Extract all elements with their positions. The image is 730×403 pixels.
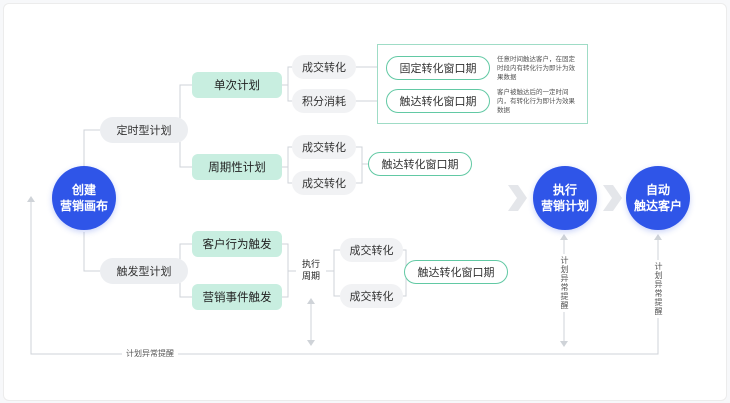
exec-cycle-line1: 执行 [301, 260, 320, 270]
deal-conversion-label: 成交转化 [302, 61, 346, 74]
reach-window-node: 触达转化窗口期 [386, 89, 490, 113]
fixed-window-node: 固定转化窗口期 [386, 56, 490, 80]
fixed-window-label: 固定转化窗口期 [399, 62, 477, 75]
exec-cycle-label: 执行 周期 [296, 259, 326, 283]
deal-conversion-label: 成交转化 [302, 141, 346, 154]
customer-trigger-label: 客户行为触发 [202, 237, 272, 251]
deal-conversion-node: 成交转化 [292, 55, 356, 79]
reach-window-node: 触达转化窗口期 [404, 260, 508, 284]
single-plan-label: 单次计划 [214, 78, 260, 92]
deal-conversion-node: 成交转化 [340, 284, 403, 308]
deal-conversion-label: 成交转化 [349, 244, 394, 257]
timed-plan-node: 定时型计划 [100, 117, 188, 143]
execute-alert-label: 计划异常提醒 [559, 254, 570, 312]
create-label-line1: 创建 [71, 183, 96, 197]
auto-reach-label-line1: 自动 [645, 183, 670, 197]
reach-window-note: 客户被触达后的一定时间内，有转化行为即计为效果数据 [497, 88, 575, 114]
points-consumption-node: 积分消耗 [292, 89, 356, 113]
reach-window-label: 触达转化窗口期 [381, 158, 459, 171]
timed-plan-label: 定时型计划 [116, 124, 172, 137]
reach-window-label: 触达转化窗口期 [417, 266, 495, 279]
triggered-plan-node: 触发型计划 [100, 258, 188, 284]
exec-cycle-line2: 周期 [301, 272, 320, 282]
triggered-plan-label: 触发型计划 [116, 265, 172, 278]
fixed-window-note: 任意时间触达客户，在固定时段内有转化行为即计为效果数据 [497, 55, 575, 81]
single-plan-node: 单次计划 [192, 72, 282, 98]
deal-conversion-node: 成交转化 [292, 171, 356, 195]
reach-window-node: 触达转化窗口期 [368, 152, 472, 176]
deal-conversion-label: 成交转化 [349, 290, 394, 303]
deal-conversion-node: 成交转化 [292, 135, 356, 159]
execute-label-line1: 执行 [552, 183, 577, 197]
deal-conversion-node: 成交转化 [340, 238, 403, 262]
marketing-trigger-node: 营销事件触发 [192, 284, 282, 310]
marketing-trigger-label: 营销事件触发 [202, 290, 272, 304]
auto-alert-label: 计划异常提醒 [653, 260, 664, 318]
auto-reach-label-line2: 触达客户 [633, 199, 682, 213]
reach-window-label: 触达转化窗口期 [399, 95, 477, 108]
customer-trigger-node: 客户行为触发 [192, 231, 282, 257]
create-label-line2: 营销画布 [59, 199, 108, 213]
execute-label-line2: 营销计划 [540, 199, 589, 213]
points-consumption-label: 积分消耗 [302, 95, 346, 108]
plan-alert-label: 计划异常提醒 [122, 348, 178, 359]
create-canvas-node: 创建 营销画布 [52, 166, 116, 230]
periodic-plan-label: 周期性计划 [208, 160, 266, 174]
execute-plan-node: 执行 营销计划 [533, 166, 597, 230]
deal-conversion-label: 成交转化 [302, 177, 346, 190]
periodic-plan-node: 周期性计划 [192, 154, 282, 180]
auto-reach-node: 自动 触达客户 [626, 166, 690, 230]
